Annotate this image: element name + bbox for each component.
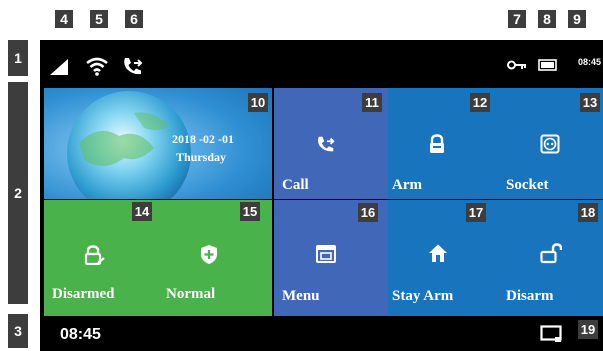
date-tile[interactable] [44,88,272,199]
callout-11: 11 [362,93,382,112]
callout-14: 14 [132,202,152,221]
callout-2: 2 [8,82,28,304]
arm-label: Arm [392,177,422,193]
callout-19: 19 [578,320,598,339]
call-label: Call [282,177,309,193]
globe-background [44,88,272,199]
phone-call-icon [318,136,335,152]
stay-arm-label: Stay Arm [392,288,454,304]
wifi-icon [86,57,108,76]
disarm-label: Disarm [506,288,554,304]
callout-5: 5 [90,10,108,28]
lock-icon [430,134,444,153]
callout-8: 8 [538,10,556,28]
menu-window-icon [316,245,336,263]
bottom-bar [40,318,603,351]
disarmed-label: Disarmed [52,286,115,302]
socket-label: Socket [506,177,549,193]
callout-9: 9 [568,10,586,28]
callout-1: 1 [8,40,28,76]
callout-7: 7 [508,10,526,28]
call-forward-icon [124,58,143,75]
callout-17: 17 [466,203,486,222]
signal-icon [50,59,68,75]
callout-18: 18 [578,203,598,222]
screen-icon[interactable] [540,325,562,343]
normal-label: Normal [166,286,216,302]
key-icon [507,60,526,70]
day-text: Thursday [176,150,227,164]
date-text: 2018 -02 -01 [172,132,234,146]
device-screen: 08:45 2018 -02 -01 Thursday 10 Call 11 A… [40,40,603,351]
callout-13: 13 [580,93,600,112]
callout-3: 3 [8,314,28,348]
bottom-time: 08:45 [60,326,101,343]
battery-icon [538,59,557,71]
unlock-status-icon [84,245,105,265]
status-bar [40,40,603,88]
callout-10: 10 [248,93,268,112]
menu-label: Menu [282,288,320,304]
callout-16: 16 [358,203,378,222]
callout-4: 4 [55,10,73,28]
status-time: 08:45 [577,57,601,67]
callout-12: 12 [470,93,490,112]
screenshot-root: 4 5 6 7 8 9 1 2 3 08:45 2018 -02 -01 Thu… [0,0,603,351]
unlock-icon [540,243,562,264]
callout-6: 6 [125,10,143,28]
shield-icon [201,245,217,264]
home-icon [429,244,447,262]
callout-15: 15 [240,202,260,221]
socket-icon [540,134,560,154]
